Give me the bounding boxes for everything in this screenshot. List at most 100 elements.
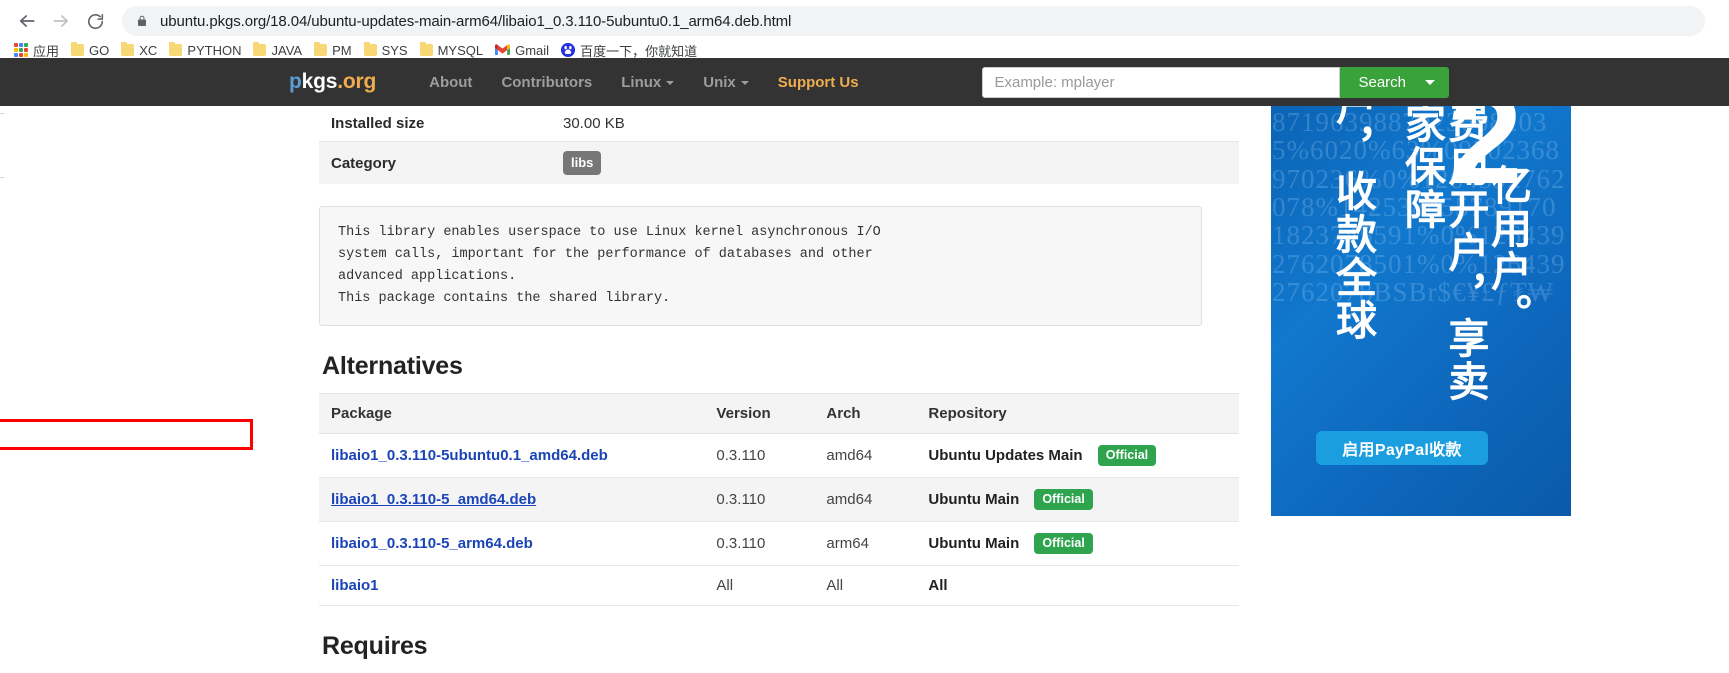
folder-icon xyxy=(314,42,328,56)
repository-name: Ubuntu Updates Main xyxy=(928,447,1083,465)
table-row: libaio1 All All All xyxy=(319,565,1239,607)
repository-cell: Ubuntu Updates Main Official xyxy=(916,433,1239,479)
bookmark-label: Gmail xyxy=(515,42,550,58)
table-row: Category libs xyxy=(319,141,1239,184)
forward-button[interactable] xyxy=(44,6,78,36)
column-header-package: Package xyxy=(319,393,705,435)
chevron-down-icon xyxy=(666,80,675,85)
folder-icon xyxy=(71,42,85,56)
baidu-icon xyxy=(561,43,576,57)
nav-item-support-us[interactable]: Support Us xyxy=(778,74,859,91)
nav-item-linux[interactable]: Linux xyxy=(621,73,675,91)
package-cell: libaio1_0.3.110-5_amd64.deb xyxy=(319,477,705,523)
repository-name: All xyxy=(928,577,948,595)
chevron-down-icon xyxy=(740,80,749,85)
ad-text-layer: 2 亿用户。 费用开户，享卖家保障 户，收款全球 启用PayPal收款 xyxy=(1271,106,1571,516)
bookmark-xc[interactable]: XC xyxy=(117,41,165,60)
chevron-down-icon xyxy=(1425,79,1435,85)
package-link[interactable]: libaio1_0.3.110-5ubuntu0.1_amd64.deb xyxy=(331,447,608,464)
alternatives-heading: Alternatives xyxy=(322,352,463,381)
table-row: Installed size 30.00 KB xyxy=(319,106,1239,142)
detail-key: Category xyxy=(319,141,551,184)
status-badge: Official xyxy=(1097,445,1157,467)
bookmark-label: PYTHON xyxy=(187,42,242,58)
bookmark-java[interactable]: JAVA xyxy=(249,41,310,60)
logo-part-1: p xyxy=(289,70,302,93)
package-link[interactable]: libaio1_0.3.110-5_arm64.deb xyxy=(331,535,533,552)
bookmark-python[interactable]: PYTHON xyxy=(165,41,249,60)
column-header-version: Version xyxy=(704,393,815,435)
ad-column-b: 费用开户，享卖家保障 xyxy=(1398,106,1488,403)
bookmark-pm[interactable]: PM xyxy=(310,41,360,60)
package-description: This library enables userspace to use Li… xyxy=(319,206,1202,327)
detail-value: libs xyxy=(551,141,1239,184)
address-bar[interactable]: ubuntu.pkgs.org/18.04/ubuntu-updates-mai… xyxy=(122,6,1705,36)
bookmark-gmail[interactable]: Gmail xyxy=(491,41,557,60)
arch-cell: All xyxy=(814,565,917,607)
status-badge: Official xyxy=(1034,533,1093,555)
apps-grid-icon xyxy=(14,43,28,57)
scroll-mark xyxy=(0,177,4,178)
folder-icon xyxy=(253,42,267,56)
gmail-icon xyxy=(495,44,511,56)
column-header-repository: Repository xyxy=(916,393,1239,435)
version-cell: All xyxy=(704,565,815,607)
logo-part-2: kgs xyxy=(301,70,338,93)
detail-value: 30.00 KB xyxy=(563,115,625,132)
ad-column-c: 户，收款全球 xyxy=(1329,106,1376,342)
arch-cell: amd64 xyxy=(814,477,917,523)
main-content: Installed size 30.00 KB Category libs Th… xyxy=(319,106,1239,673)
package-link[interactable]: libaio1_0.3.110-5_amd64.deb xyxy=(331,491,536,508)
nav-item-contributors[interactable]: Contributors xyxy=(501,74,592,91)
table-header-row: Package Version Arch Repository xyxy=(319,393,1239,435)
search-button[interactable]: Search xyxy=(1340,66,1449,98)
url-text: ubuntu.pkgs.org/18.04/ubuntu-updates-mai… xyxy=(160,12,792,30)
nav-item-unix[interactable]: Unix xyxy=(703,74,749,91)
advertisement-banner[interactable]: 87196398870236082035%6020%63%09702368970… xyxy=(1271,106,1571,516)
logo-part-3: .org xyxy=(337,70,377,93)
folder-icon xyxy=(363,42,377,56)
repository-cell: Ubuntu Main Official xyxy=(916,477,1239,523)
bookmark-label: SYS xyxy=(381,42,408,58)
browser-toolbar: ubuntu.pkgs.org/18.04/ubuntu-updates-mai… xyxy=(0,0,1729,38)
search-button-label: Search xyxy=(1358,73,1406,91)
package-cell: libaio1_0.3.110-5ubuntu0.1_amd64.deb xyxy=(319,433,705,479)
reload-button[interactable] xyxy=(78,6,112,36)
detail-key: Installed size xyxy=(331,115,425,132)
highlight-annotation xyxy=(0,419,253,450)
package-details-table: Installed size 30.00 KB Category libs xyxy=(319,106,1239,184)
bookmark-go[interactable]: GO xyxy=(67,41,117,60)
repository-name: Ubuntu Main xyxy=(928,491,1020,509)
nav-item-label: Linux xyxy=(621,73,662,91)
nav-item-label: Unix xyxy=(703,73,736,91)
bookmark-label: PM xyxy=(332,42,352,58)
folder-icon xyxy=(169,42,183,56)
bookmark-mysql[interactable]: MYSQL xyxy=(416,41,492,60)
package-cell: libaio1 xyxy=(319,565,705,607)
bookmark-sys[interactable]: SYS xyxy=(360,41,416,60)
bookmark-label: MYSQL xyxy=(437,42,484,58)
lock-icon xyxy=(136,13,150,29)
category-badge[interactable]: libs xyxy=(563,151,602,175)
package-link[interactable]: libaio1 xyxy=(331,577,379,594)
arch-cell: amd64 xyxy=(814,433,917,479)
ad-cta-button[interactable]: 启用PayPal收款 xyxy=(1316,431,1488,465)
scroll-mark xyxy=(0,113,4,114)
nav-item-about[interactable]: About xyxy=(429,74,472,91)
main-navigation: About Contributors Linux Unix Support Us xyxy=(429,74,859,91)
repository-cell: Ubuntu Main Official xyxy=(916,521,1239,567)
search-input[interactable] xyxy=(982,66,1341,98)
folder-icon xyxy=(121,42,135,56)
version-cell: 0.3.110 xyxy=(704,521,815,567)
site-header: pkgs.org About Contributors Linux Unix S… xyxy=(0,58,1729,106)
column-header-arch: Arch xyxy=(814,393,917,435)
browser-chrome: ubuntu.pkgs.org/18.04/ubuntu-updates-mai… xyxy=(0,0,1729,60)
bookmark-label: GO xyxy=(89,42,110,58)
back-button[interactable] xyxy=(10,6,44,36)
site-logo[interactable]: pkgs.org xyxy=(289,70,376,94)
page-body: Installed size 30.00 KB Category libs Th… xyxy=(0,106,1729,660)
requires-heading: Requires xyxy=(322,632,428,661)
table-row: libaio1_0.3.110-5_amd64.deb 0.3.110 amd6… xyxy=(319,477,1239,523)
bookmark-label: 百度一下，你就知道 xyxy=(580,43,698,59)
alternatives-table: Package Version Arch Repository libaio1_… xyxy=(319,393,1239,607)
